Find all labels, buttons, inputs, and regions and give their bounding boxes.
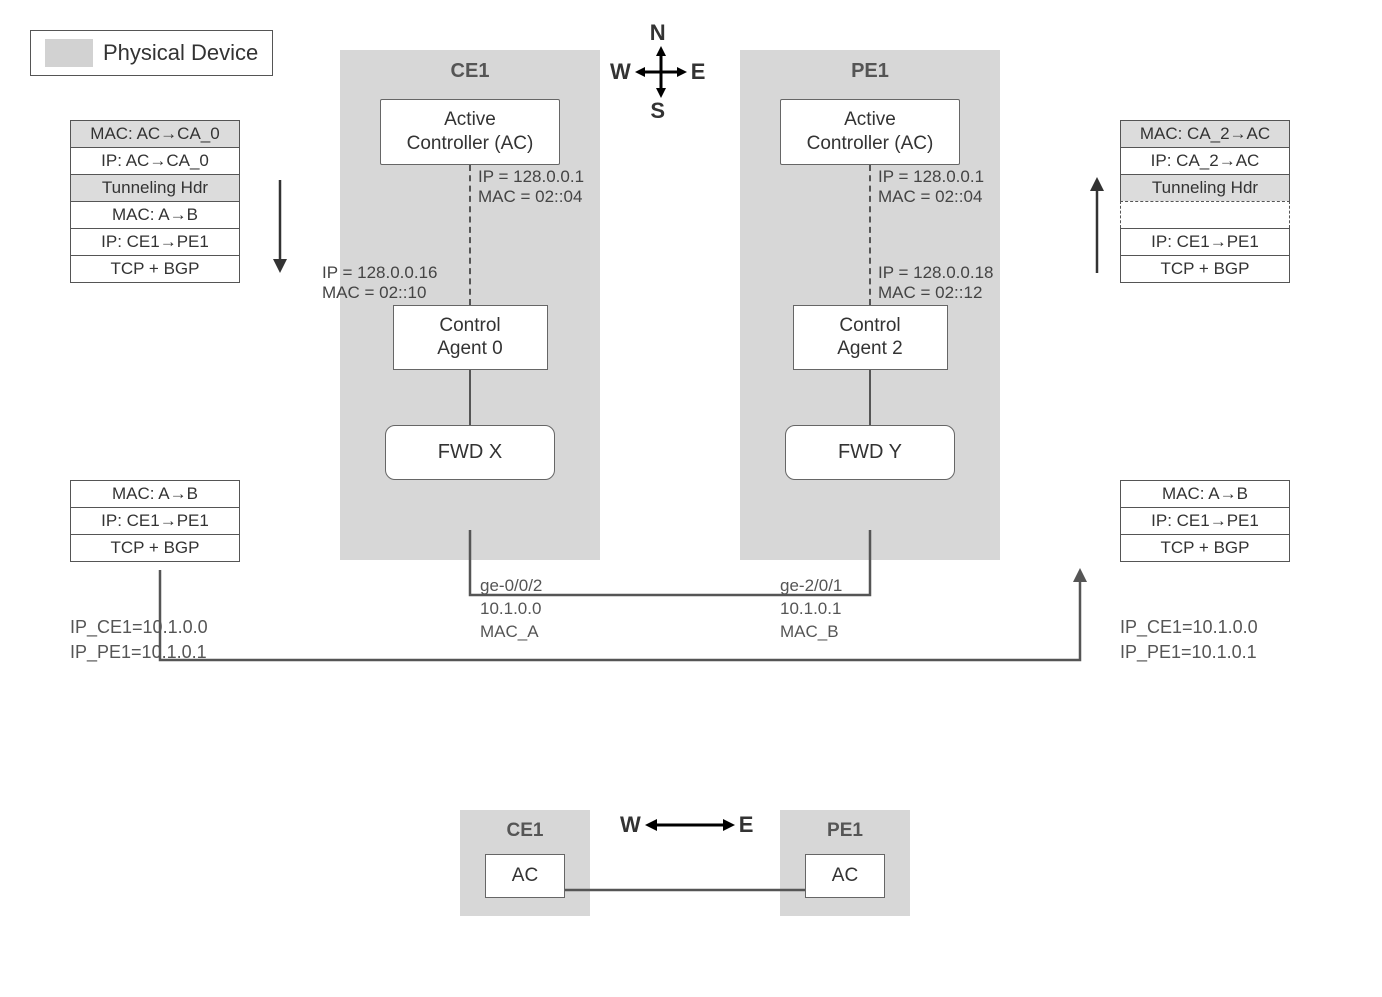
pe1-iface-name: ge-2/0/1 <box>780 575 842 598</box>
device-ce1-title: CE1 <box>340 60 600 83</box>
small-link <box>20 780 1382 950</box>
packet-layer: TCP + BGP <box>1120 534 1290 562</box>
left-bottom-packet-stack: MAC: A→BIP: CE1→PE1TCP + BGP <box>70 480 240 562</box>
packet-layer: MAC: A→B <box>70 201 240 228</box>
pe1-ctrl-mac: MAC = 02::04 <box>878 187 984 207</box>
ip-note-right-l1: IP_CE1=10.1.0.0 <box>1120 615 1258 640</box>
arrow-down-icon <box>268 175 292 275</box>
packet-layer <box>1120 201 1290 228</box>
ip-note-left: IP_CE1=10.1.0.0 IP_PE1=10.1.0.1 <box>70 615 208 665</box>
packet-layer: Tunneling Hdr <box>1120 174 1290 201</box>
packet-layer: MAC: A→B <box>1120 480 1290 507</box>
pe1-ctrl-ip: IP = 128.0.0.1 <box>878 167 984 187</box>
packet-layer: IP: CE1→PE1 <box>70 507 240 534</box>
right-top-packet-stack: MAC: CA_2→ACIP: CA_2→ACTunneling Hdr IP:… <box>1120 120 1290 283</box>
packet-layer: MAC: A→B <box>70 480 240 507</box>
ce1-ctrl-ip: IP = 128.0.0.1 <box>478 167 584 187</box>
pe1-agent-ip: IP = 128.0.0.18 <box>878 263 993 283</box>
pe1-fwd: FWD Y <box>785 425 955 480</box>
pe1-ctrl-agent-link <box>869 165 871 305</box>
packet-layer: MAC: CA_2→AC <box>1120 120 1290 147</box>
pe1-iface-ip: 10.1.0.1 <box>780 598 842 621</box>
pe1-controller: Active Controller (AC) <box>780 99 960 165</box>
packet-layer: IP: CE1→PE1 <box>1120 507 1290 534</box>
device-pe1: PE1 Active Controller (AC) IP = 128.0.0.… <box>740 50 1000 560</box>
ce1-iface-ip: 10.1.0.0 <box>480 598 542 621</box>
ce1-ctrl-mac: MAC = 02::04 <box>478 187 584 207</box>
right-bottom-packet-stack: MAC: A→BIP: CE1→PE1TCP + BGP <box>1120 480 1290 562</box>
bottom-diagram: CE1 AC PE1 AC W E <box>20 780 1362 950</box>
ip-note-left-l2: IP_PE1=10.1.0.1 <box>70 640 208 665</box>
device-pe1-title: PE1 <box>740 60 1000 83</box>
packet-layer: TCP + BGP <box>70 534 240 562</box>
packet-layer: IP: CE1→PE1 <box>70 228 240 255</box>
packet-layer: IP: CA_2→AC <box>1120 147 1290 174</box>
arrow-up-icon <box>1085 175 1109 275</box>
pe1-iface-mac: MAC_B <box>780 621 842 644</box>
ce1-agent-ip: IP = 128.0.0.16 <box>322 263 437 283</box>
pe1-agent-fwd-link <box>869 370 871 425</box>
packet-layer: Tunneling Hdr <box>70 174 240 201</box>
left-top-packet-stack: MAC: AC→CA_0IP: AC→CA_0Tunneling HdrMAC:… <box>70 120 240 283</box>
ce1-iface-mac: MAC_A <box>480 621 542 644</box>
ip-note-left-l1: IP_CE1=10.1.0.0 <box>70 615 208 640</box>
ce1-ctrl-agent-link <box>469 165 471 305</box>
ce1-agent-mac: MAC = 02::10 <box>322 283 437 303</box>
ce1-agent: Control Agent 0 <box>393 305 548 371</box>
ip-note-right-l2: IP_PE1=10.1.0.1 <box>1120 640 1258 665</box>
pe1-iface-label: ge-2/0/1 10.1.0.1 MAC_B <box>780 575 842 644</box>
ce1-iface-label: ge-0/0/2 10.1.0.0 MAC_A <box>480 575 542 644</box>
pe1-agent-mac: MAC = 02::12 <box>878 283 993 303</box>
packet-layer: MAC: AC→CA_0 <box>70 120 240 147</box>
packet-layer: IP: AC→CA_0 <box>70 147 240 174</box>
ce1-iface-name: ge-0/0/2 <box>480 575 542 598</box>
packet-layer: TCP + BGP <box>70 255 240 283</box>
packet-layer: TCP + BGP <box>1120 255 1290 283</box>
ce1-fwd: FWD X <box>385 425 555 480</box>
ce1-controller: Active Controller (AC) <box>380 99 560 165</box>
ce1-agent-fwd-link <box>469 370 471 425</box>
ip-note-right: IP_CE1=10.1.0.0 IP_PE1=10.1.0.1 <box>1120 615 1258 665</box>
pe1-agent: Control Agent 2 <box>793 305 948 371</box>
device-ce1: CE1 Active Controller (AC) IP = 128.0.0.… <box>340 50 600 560</box>
packet-layer: IP: CE1→PE1 <box>1120 228 1290 255</box>
